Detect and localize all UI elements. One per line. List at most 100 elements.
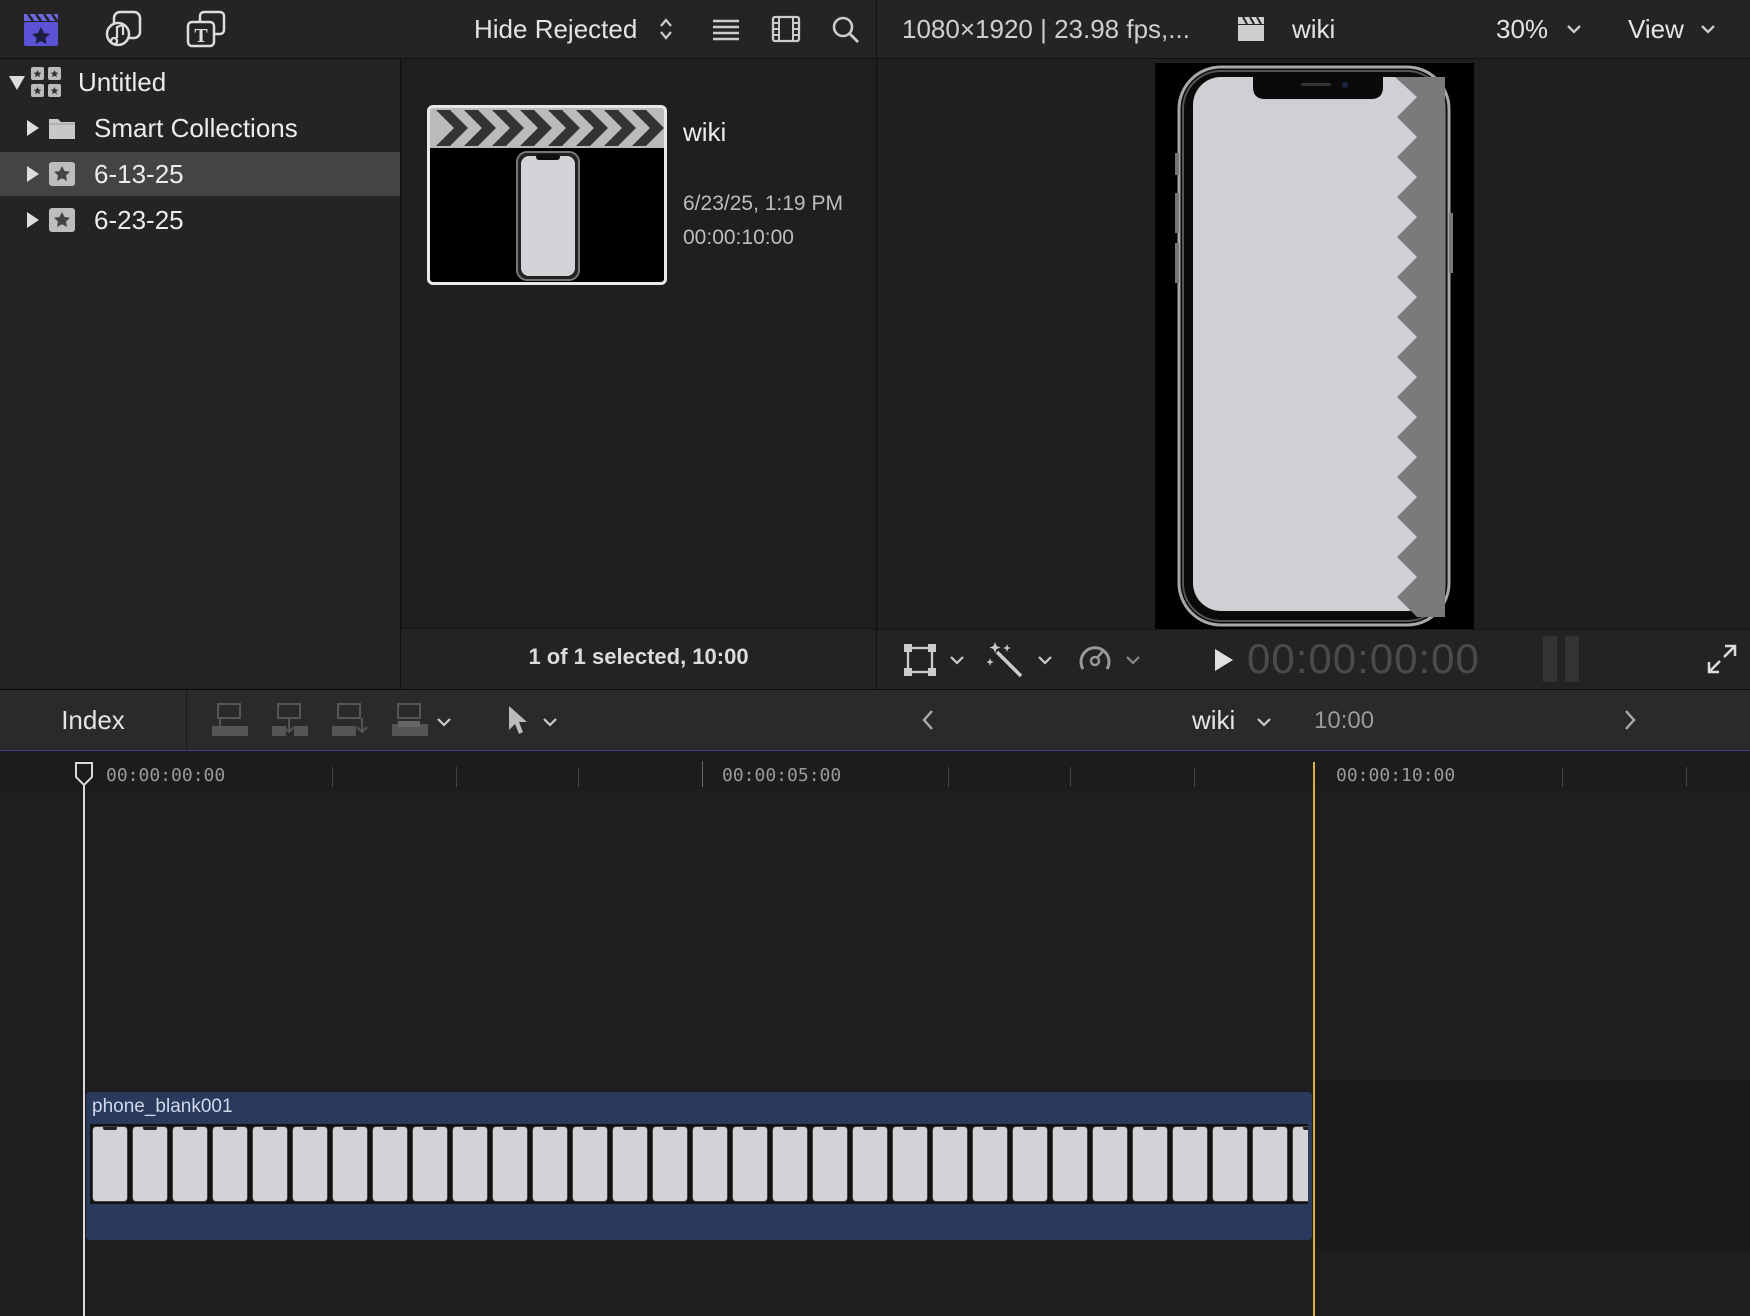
- retime-speedometer-icon[interactable]: [1077, 641, 1113, 677]
- clip-filmstrip: [90, 1124, 1308, 1204]
- filmstrip-frame: [212, 1126, 248, 1202]
- project-end-marker: [1313, 762, 1315, 1316]
- timeline-project-name[interactable]: wiki: [1192, 690, 1235, 750]
- filmstrip-frame: [92, 1126, 128, 1202]
- hide-rejected-filter[interactable]: Hide Rejected: [474, 0, 637, 58]
- transform-icon[interactable]: [903, 643, 937, 677]
- filmstrip-frame: [1172, 1126, 1208, 1202]
- disclosure-closed-icon[interactable]: [26, 211, 40, 229]
- timecode-display[interactable]: 00:00:00:00: [1247, 635, 1480, 683]
- top-toolbar: T Hide Rejected 1080×1920 | 23.98 fps,..…: [0, 0, 1750, 59]
- timeline-clip[interactable]: phone_blank001: [86, 1092, 1312, 1240]
- filmstrip-frame: [772, 1126, 808, 1202]
- index-button[interactable]: Index: [0, 690, 187, 750]
- sidebar-item-label: 6-23-25: [94, 205, 184, 235]
- connect-clip-icon[interactable]: [210, 702, 250, 738]
- enhance-wand-icon[interactable]: [987, 640, 1025, 678]
- fullscreen-icon[interactable]: [1707, 644, 1737, 674]
- chevron-down-icon[interactable]: [1037, 654, 1053, 666]
- photos-audio-icon[interactable]: [104, 10, 144, 48]
- viewer-canvas[interactable]: [1155, 63, 1474, 629]
- disclosure-closed-icon[interactable]: [26, 119, 40, 137]
- timeline-header: Index wiki 10:00: [0, 689, 1750, 752]
- libraries-icon[interactable]: [22, 10, 60, 48]
- clip-duration: 00:00:10:00: [683, 226, 794, 249]
- chevron-down-icon[interactable]: [949, 654, 965, 666]
- libraries-sidebar: Untitled Smart Collections 6-13-25 6-23-…: [0, 59, 401, 688]
- filter-label: Hide Rejected: [474, 14, 638, 44]
- insert-clip-icon[interactable]: [270, 702, 310, 738]
- filmstrip-frame: [1212, 1126, 1248, 1202]
- index-label: Index: [61, 705, 125, 735]
- event-star-icon: [48, 207, 76, 233]
- filmstrip-icon[interactable]: [771, 15, 801, 43]
- ruler-label: 00:00:05:00: [722, 765, 842, 786]
- post-project-region: [1314, 1080, 1750, 1250]
- filmstrip-frame: [372, 1126, 408, 1202]
- play-icon[interactable]: [1213, 647, 1235, 673]
- disclosure-closed-icon[interactable]: [26, 165, 40, 183]
- clip-appearance-icon[interactable]: [711, 17, 741, 43]
- zoom-value: 30%: [1496, 14, 1549, 44]
- disclosure-open-icon[interactable]: [8, 75, 26, 91]
- library-row-untitled[interactable]: Untitled: [0, 60, 400, 104]
- chevron-down-icon[interactable]: [1256, 716, 1272, 728]
- browser-status-bar: 1 of 1 selected, 10:00: [401, 628, 876, 689]
- overwrite-clip-icon[interactable]: [390, 702, 430, 738]
- clip-date: 6/23/25, 1:19 PM: [683, 192, 843, 215]
- format-info: 1080×1920 | 23.98 fps,...: [902, 14, 1190, 44]
- filmstrip-frame: [172, 1126, 208, 1202]
- ruler-tick: [1070, 767, 1071, 787]
- filmstrip-frame: [132, 1126, 168, 1202]
- ruler-tick: [332, 767, 333, 787]
- view-label: View: [1628, 14, 1684, 44]
- filmstrip-frame: [612, 1126, 648, 1202]
- ruler-tick: [1194, 767, 1195, 787]
- filmstrip-frame: [1132, 1126, 1168, 1202]
- clapper-icon: [1236, 15, 1266, 43]
- chevron-down-icon[interactable]: [542, 716, 558, 728]
- clip-name: wiki: [683, 117, 727, 147]
- search-icon[interactable]: [831, 15, 861, 45]
- sidebar-item-event-6-23-25[interactable]: 6-23-25: [0, 198, 400, 242]
- chevron-down-icon[interactable]: [1125, 654, 1141, 666]
- sidebar-item-label: 6-13-25: [94, 159, 184, 189]
- clip-thumbnail[interactable]: [427, 105, 667, 285]
- sidebar-item-event-6-13-25[interactable]: 6-13-25: [0, 152, 400, 196]
- filmstrip-frame: [1012, 1126, 1048, 1202]
- select-tool-icon[interactable]: [506, 704, 532, 736]
- sidebar-item-smart-collections[interactable]: Smart Collections: [0, 106, 400, 150]
- ruler-tick: [456, 767, 457, 787]
- updown-chevron-icon[interactable]: [658, 16, 674, 42]
- ruler-tick: [702, 761, 703, 787]
- back-arrow-icon[interactable]: [920, 708, 936, 732]
- timeline-ruler[interactable]: 00:00:00:00 00:00:05:00 00:00:10:00: [0, 751, 1750, 789]
- filmstrip-frame: [1252, 1126, 1288, 1202]
- viewer-project-name: wiki: [1292, 14, 1336, 44]
- titles-generators-icon[interactable]: T: [186, 10, 226, 48]
- filmstrip-frame: [732, 1126, 768, 1202]
- filmstrip-frame: [812, 1126, 848, 1202]
- chevron-down-icon[interactable]: [1700, 22, 1716, 36]
- ruler-tick: [1562, 767, 1563, 787]
- library-name: Untitled: [78, 67, 167, 97]
- clip-title: phone_blank001: [92, 1096, 233, 1117]
- filmstrip-frame: [452, 1126, 488, 1202]
- playhead-handle-icon[interactable]: [74, 761, 94, 787]
- filmstrip-frame: [1292, 1126, 1308, 1202]
- filmstrip-frame: [692, 1126, 728, 1202]
- filmstrip-frame: [972, 1126, 1008, 1202]
- filmstrip-frame: [332, 1126, 368, 1202]
- chevron-down-icon[interactable]: [436, 716, 452, 728]
- append-clip-icon[interactable]: [330, 702, 370, 738]
- audio-meters-icon[interactable]: [1541, 632, 1583, 684]
- view-menu[interactable]: View: [1628, 0, 1684, 58]
- zoom-menu[interactable]: 30%: [1496, 0, 1548, 58]
- selection-status: 1 of 1 selected, 10:00: [528, 644, 749, 669]
- chevron-down-icon[interactable]: [1566, 22, 1582, 36]
- filmstrip-frame: [292, 1126, 328, 1202]
- playhead[interactable]: [83, 762, 85, 1316]
- filmstrip-frame: [652, 1126, 688, 1202]
- forward-arrow-icon[interactable]: [1622, 708, 1638, 732]
- filmstrip-frame: [852, 1126, 888, 1202]
